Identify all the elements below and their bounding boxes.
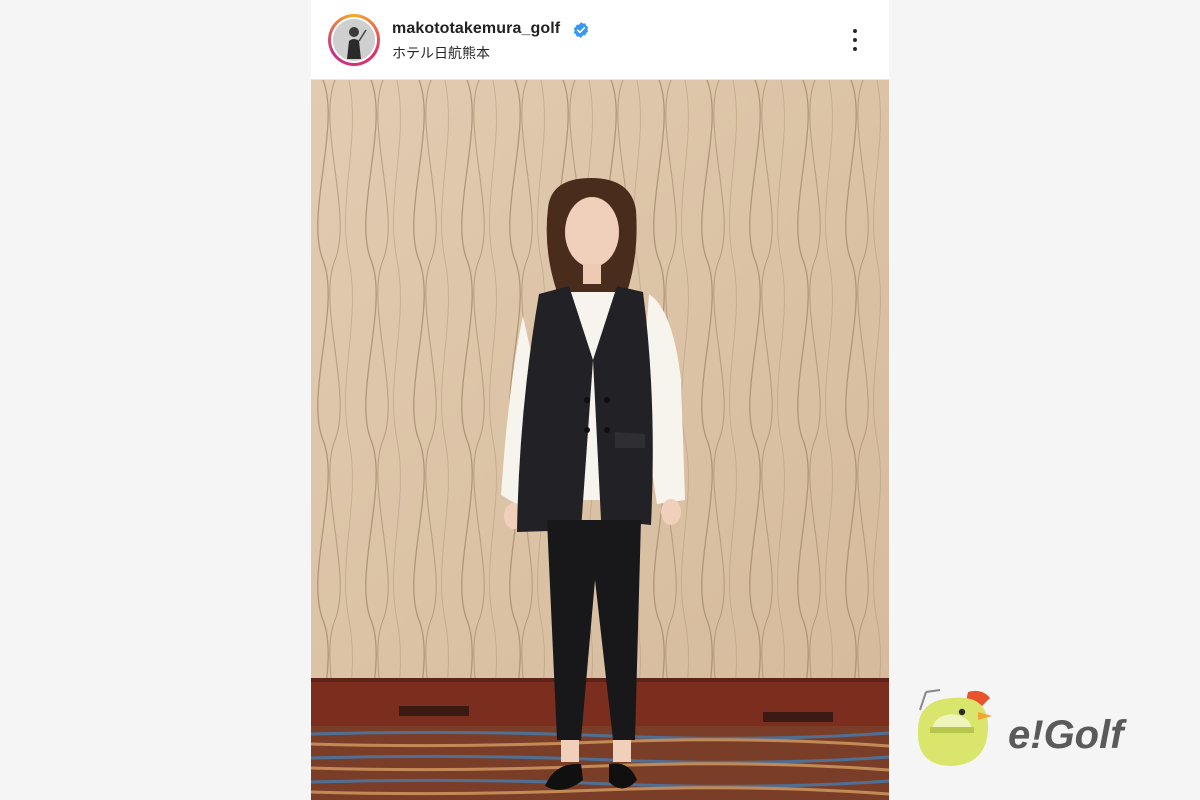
instagram-post: makototakemura_golf ホテル日航熊本 [311, 0, 889, 800]
more-options-button[interactable] [843, 26, 867, 54]
story-ring[interactable] [328, 14, 380, 66]
golfer-avatar-icon [333, 19, 375, 61]
username[interactable]: makototakemura_golf [392, 20, 560, 38]
location-tag[interactable]: ホテル日航熊本 [392, 43, 490, 63]
post-header: makototakemura_golf ホテル日航熊本 [311, 0, 889, 80]
egolf-watermark: e!Golf [917, 689, 1127, 766]
avatar [333, 19, 375, 61]
bird-mascot-icon [917, 689, 992, 766]
brand-text: e!Golf [1008, 713, 1127, 757]
verified-badge-icon [573, 22, 589, 38]
post-photo [311, 80, 889, 800]
